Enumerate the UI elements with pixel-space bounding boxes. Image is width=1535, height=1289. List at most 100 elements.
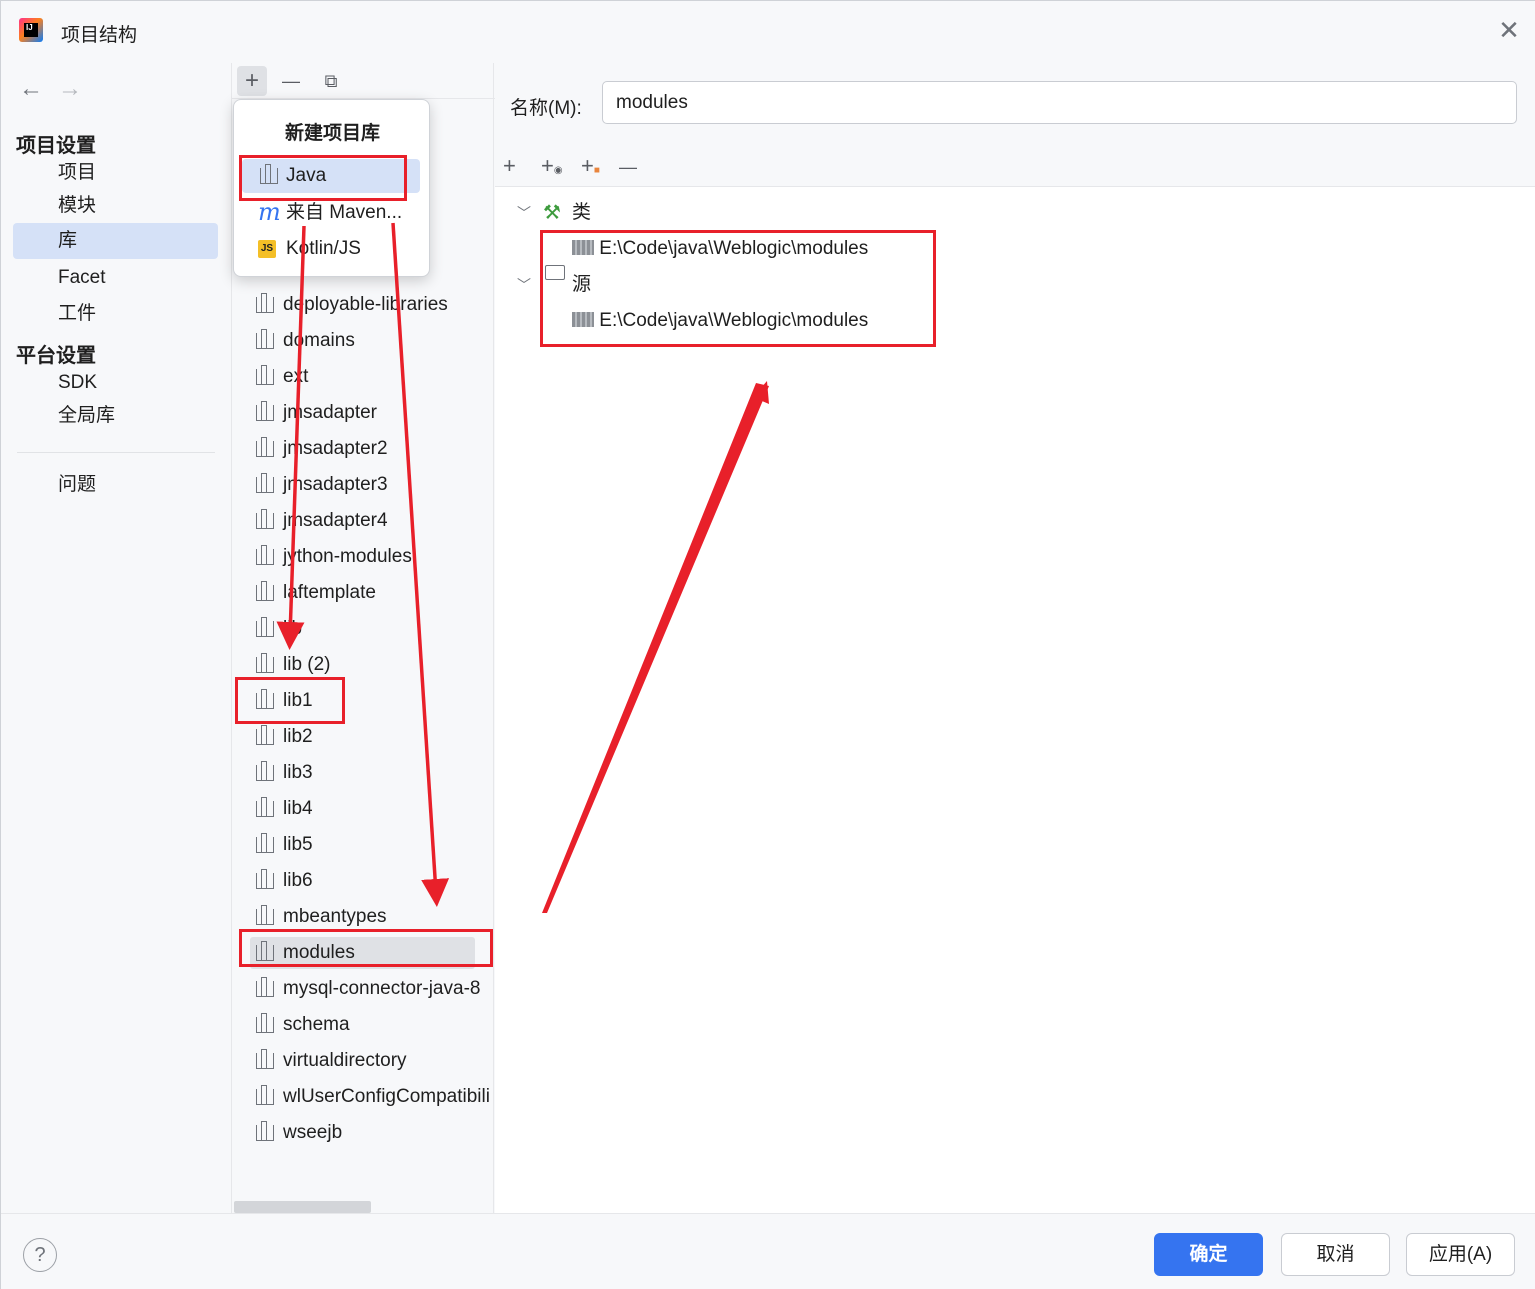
classes-label: 类: [572, 202, 592, 223]
library-icon: [256, 869, 274, 889]
nav-item-sdk[interactable]: SDK: [13, 365, 218, 401]
library-icon: [256, 797, 274, 817]
library-list-item[interactable]: mysql-connector-java-8: [250, 973, 490, 1005]
kotlin-js-icon: JS: [258, 240, 276, 258]
back-arrow-icon[interactable]: ←: [19, 75, 43, 103]
library-list-item[interactable]: ext: [250, 361, 490, 393]
library-list-item[interactable]: lib: [250, 613, 490, 645]
library-list-item[interactable]: deployable-libraries: [250, 289, 490, 321]
add-folder-label: +: [581, 153, 594, 178]
nav-item-modules[interactable]: 模块: [13, 188, 218, 224]
popup-item-kotlin-js[interactable]: JS Kotlin/JS: [242, 232, 420, 266]
library-icon: [256, 581, 274, 601]
library-icon: [256, 977, 274, 997]
nav-item-global-libraries[interactable]: 全局库: [13, 398, 218, 434]
library-name-input[interactable]: [602, 81, 1517, 124]
annotation-box-modules: [239, 929, 493, 967]
chevron-down-icon[interactable]: ﹀: [517, 268, 531, 302]
library-list-item[interactable]: jython-modules: [250, 541, 490, 573]
add-library-button[interactable]: +: [237, 66, 267, 96]
library-icon: [256, 617, 274, 637]
popup-item-label: 来自 Maven...: [286, 202, 403, 223]
library-list-item[interactable]: jmsadapter2: [250, 433, 490, 465]
detail-header: 名称(M): + +◉ +■ —: [495, 63, 1535, 187]
library-icon: [256, 905, 274, 925]
library-list-item[interactable]: domains: [250, 325, 490, 357]
library-icon: [256, 545, 274, 565]
library-icon: [256, 293, 274, 313]
library-list-item[interactable]: laftemplate: [250, 577, 490, 609]
library-name: jmsadapter3: [283, 474, 388, 495]
library-name: lib3: [283, 762, 313, 783]
ok-button[interactable]: 确定: [1154, 1233, 1263, 1276]
tree-node-classes[interactable]: ﹀ ⚒ 类: [495, 196, 1095, 230]
nav-item-project[interactable]: 项目: [13, 155, 218, 191]
library-name: lib: [283, 618, 303, 639]
forward-arrow-icon[interactable]: →: [58, 75, 82, 103]
add-folder-root-button[interactable]: +■: [581, 153, 600, 179]
library-name: mysql-connector-java-8: [283, 978, 481, 999]
library-list-item[interactable]: lib3: [250, 757, 490, 789]
library-name: domains: [283, 330, 355, 351]
library-icon: [256, 329, 274, 349]
apply-button[interactable]: 应用(A): [1406, 1233, 1515, 1276]
section-platform-settings: 平台设置: [16, 345, 96, 367]
library-name: lib5: [283, 834, 313, 855]
library-list-item[interactable]: lib2: [250, 721, 490, 753]
nav-item-problems[interactable]: 问题: [13, 467, 218, 503]
library-name: wseejb: [283, 1122, 343, 1143]
add-root-button[interactable]: +: [503, 153, 516, 179]
library-list-item[interactable]: jmsadapter4: [250, 505, 490, 537]
library-name: deployable-libraries: [283, 294, 448, 315]
horizontal-scrollbar[interactable]: [234, 1201, 371, 1213]
chevron-down-icon[interactable]: ﹀: [517, 196, 531, 230]
library-list-item[interactable]: jmsadapter3: [250, 469, 490, 501]
library-name: jmsadapter4: [283, 510, 388, 531]
library-icon: [256, 725, 274, 745]
annotation-box-java: [239, 155, 407, 201]
popup-item-label: Kotlin/JS: [286, 238, 361, 259]
library-list-item[interactable]: virtualdirectory: [250, 1045, 490, 1077]
library-icon: [256, 833, 274, 853]
library-list-toolbar: + — ⧉: [232, 63, 495, 99]
library-name: laftemplate: [283, 582, 376, 603]
library-name: lib6: [283, 870, 313, 891]
remove-library-button[interactable]: —: [276, 66, 306, 96]
dialog-footer: ? 确定 取消 应用(A): [1, 1213, 1535, 1289]
library-list-item[interactable]: wseejb: [250, 1117, 490, 1149]
window-title: 项目结构: [61, 25, 138, 46]
add-url-root-button[interactable]: +◉: [541, 153, 563, 179]
folder-orange-icon: ■: [593, 165, 600, 176]
library-icon: [256, 437, 274, 457]
nav-item-artifacts[interactable]: 工件: [13, 296, 218, 332]
cancel-button[interactable]: 取消: [1281, 1233, 1390, 1276]
library-icon: [256, 509, 274, 529]
title-bar: IJ 项目结构 ✕: [1, 1, 1535, 63]
nav-item-libraries[interactable]: 库: [13, 223, 218, 259]
library-name: mbeantypes: [283, 906, 387, 927]
library-list-item[interactable]: schema: [250, 1009, 490, 1041]
library-name: schema: [283, 1014, 350, 1035]
copy-library-button[interactable]: ⧉: [316, 66, 346, 96]
help-icon[interactable]: ?: [23, 1238, 57, 1272]
library-list-item[interactable]: wlUserConfigCompatibility: [250, 1081, 490, 1113]
library-list-item[interactable]: lib4: [250, 793, 490, 825]
remove-root-button[interactable]: —: [619, 157, 637, 178]
library-icon: [256, 1049, 274, 1069]
library-icon: [256, 761, 274, 781]
popup-item-maven[interactable]: m 来自 Maven...: [242, 196, 420, 230]
library-list-item[interactable]: lib6: [250, 865, 490, 897]
popup-title: 新建项目库: [284, 123, 380, 144]
library-icon: [256, 1013, 274, 1033]
globe-icon: ◉: [553, 165, 563, 176]
nav-item-facet[interactable]: Facet: [13, 260, 218, 296]
library-icon: [256, 1121, 274, 1141]
add-url-label: +: [541, 153, 554, 178]
library-name: jmsadapter2: [283, 438, 388, 459]
library-name: virtualdirectory: [283, 1050, 407, 1071]
library-list-item[interactable]: jmsadapter: [250, 397, 490, 429]
name-label: 名称(M):: [510, 98, 582, 119]
library-name: wlUserConfigCompatibility: [283, 1086, 490, 1107]
close-icon[interactable]: ✕: [1496, 17, 1522, 43]
library-list-item[interactable]: lib5: [250, 829, 490, 861]
